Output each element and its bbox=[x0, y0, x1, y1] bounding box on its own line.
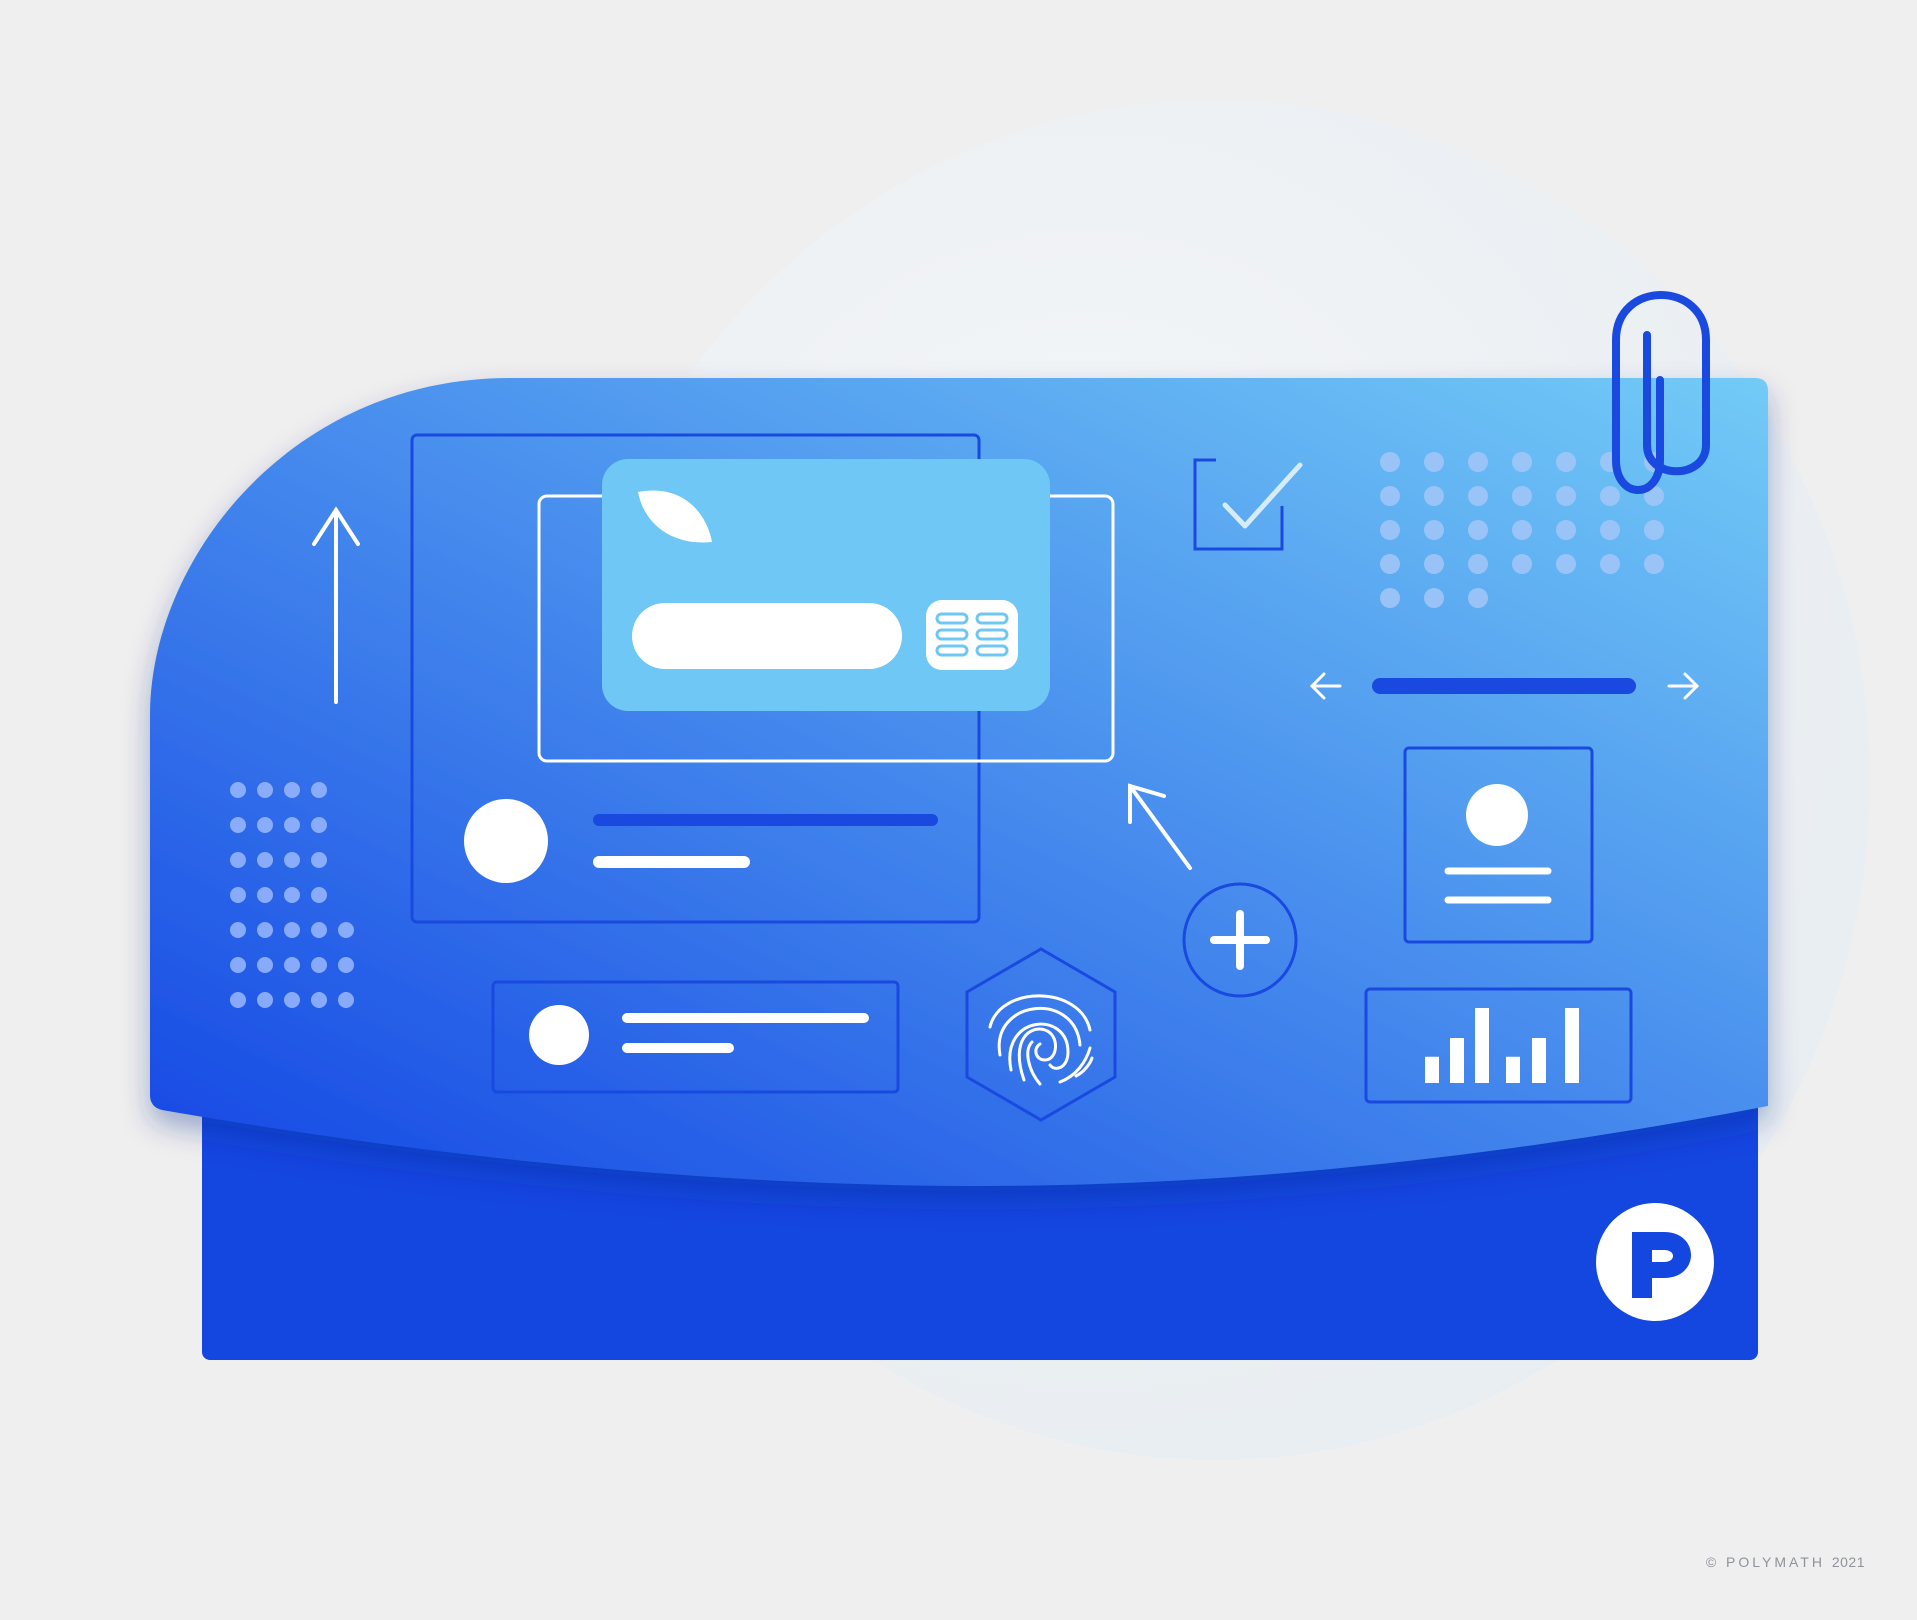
dot bbox=[1468, 520, 1488, 540]
dot bbox=[1380, 588, 1400, 608]
dot bbox=[284, 957, 300, 973]
dot bbox=[284, 992, 300, 1008]
dot bbox=[230, 852, 246, 868]
chart-bar bbox=[1506, 1056, 1520, 1083]
chart-bar bbox=[1425, 1056, 1439, 1083]
chart-bar bbox=[1475, 1008, 1489, 1083]
dot bbox=[311, 992, 327, 1008]
dot bbox=[230, 992, 246, 1008]
dot bbox=[1468, 486, 1488, 506]
dot bbox=[1556, 452, 1576, 472]
dot bbox=[1424, 588, 1444, 608]
card-number-field bbox=[632, 603, 902, 669]
dot bbox=[338, 957, 354, 973]
dot bbox=[257, 992, 273, 1008]
dot bbox=[284, 922, 300, 938]
chart-bar bbox=[1450, 1038, 1464, 1083]
dot bbox=[1556, 520, 1576, 540]
dot bbox=[230, 817, 246, 833]
dot bbox=[1600, 520, 1620, 540]
dot bbox=[1380, 452, 1400, 472]
dot bbox=[1512, 554, 1532, 574]
dot bbox=[1380, 520, 1400, 540]
dot bbox=[230, 957, 246, 973]
dot bbox=[257, 782, 273, 798]
dot bbox=[1512, 520, 1532, 540]
copyright-brand: © POLYMATH bbox=[1705, 1554, 1825, 1570]
dot bbox=[257, 817, 273, 833]
dot bbox=[1556, 554, 1576, 574]
dot bbox=[230, 782, 246, 798]
dot bbox=[284, 852, 300, 868]
list-avatar bbox=[529, 1005, 589, 1065]
dot bbox=[1512, 486, 1532, 506]
dot bbox=[1468, 588, 1488, 608]
dot bbox=[257, 887, 273, 903]
avatar bbox=[464, 799, 548, 883]
dot bbox=[311, 887, 327, 903]
dot bbox=[284, 782, 300, 798]
dot bbox=[1380, 486, 1400, 506]
dot bbox=[1424, 554, 1444, 574]
dot bbox=[1380, 554, 1400, 574]
illustration bbox=[150, 291, 1768, 1360]
dot bbox=[338, 992, 354, 1008]
dot bbox=[311, 922, 327, 938]
copyright-footer: © POLYMATH 2021 bbox=[1706, 1554, 1865, 1570]
dot bbox=[230, 887, 246, 903]
dot bbox=[1600, 486, 1620, 506]
dot bbox=[1468, 554, 1488, 574]
dot bbox=[338, 922, 354, 938]
dot bbox=[1512, 452, 1532, 472]
dot bbox=[311, 817, 327, 833]
dot bbox=[1600, 554, 1620, 574]
dot bbox=[284, 887, 300, 903]
dot bbox=[1424, 520, 1444, 540]
dot bbox=[257, 852, 273, 868]
dot bbox=[1424, 486, 1444, 506]
dot bbox=[284, 817, 300, 833]
dot bbox=[311, 782, 327, 798]
dot bbox=[230, 922, 246, 938]
dot bbox=[1424, 452, 1444, 472]
chart-bar bbox=[1532, 1038, 1546, 1083]
dot bbox=[1644, 520, 1664, 540]
chart-bar bbox=[1565, 1008, 1579, 1083]
credit-card bbox=[602, 459, 1050, 711]
chip-icon bbox=[926, 600, 1018, 670]
dot bbox=[311, 852, 327, 868]
dot bbox=[311, 957, 327, 973]
dot bbox=[1468, 452, 1488, 472]
dot bbox=[257, 922, 273, 938]
copyright-year: 2021 bbox=[1831, 1554, 1865, 1570]
dot bbox=[1556, 486, 1576, 506]
dot bbox=[1644, 554, 1664, 574]
dot bbox=[257, 957, 273, 973]
polymath-logo bbox=[1596, 1203, 1714, 1321]
